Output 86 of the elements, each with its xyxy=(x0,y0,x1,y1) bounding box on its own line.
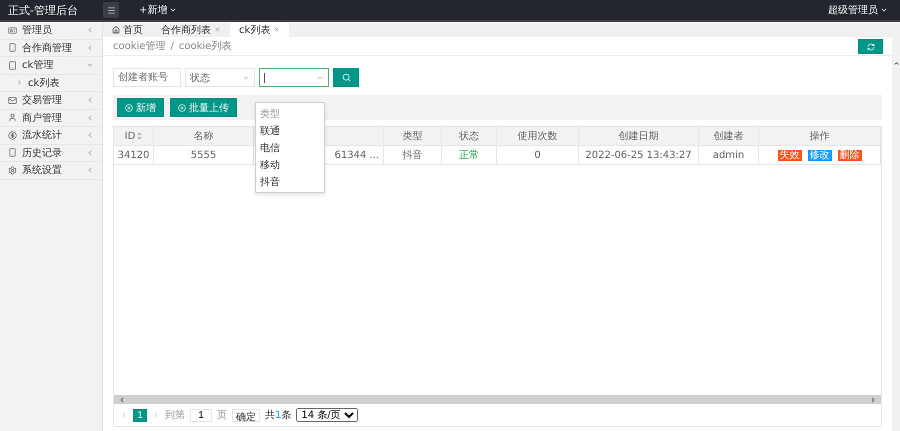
page-field[interactable]: 1 xyxy=(190,408,212,422)
scroll-left-icon[interactable] xyxy=(118,396,126,404)
goto-label: 到第 xyxy=(165,409,185,422)
column-header: 名称 xyxy=(154,127,254,145)
column-header: 操作 xyxy=(759,127,881,145)
search-button[interactable] xyxy=(333,68,359,87)
chevron-left-icon xyxy=(86,26,94,34)
toolbar-button[interactable]: 新增 xyxy=(117,98,164,117)
menu-item-icon xyxy=(8,96,17,105)
table-cell: 2022-06-25 13:43:27 xyxy=(579,146,699,164)
menu-icon xyxy=(106,6,116,14)
column-header: 创建者 xyxy=(699,127,759,145)
refresh-button[interactable] xyxy=(858,39,883,54)
breadcrumb-link[interactable]: cookie管理 xyxy=(113,39,166,53)
table-cell: admin xyxy=(699,146,759,164)
caret-icon xyxy=(169,6,178,14)
sidebar-item[interactable]: ck管理 xyxy=(0,57,102,74)
add-menu[interactable]: +新增 xyxy=(139,3,178,17)
refresh-icon xyxy=(866,42,874,50)
menu-button[interactable] xyxy=(103,2,119,18)
tab[interactable]: ck列表 xyxy=(230,22,290,37)
type-select[interactable] xyxy=(259,68,329,87)
previous-page-icon[interactable] xyxy=(120,411,128,419)
chevron-left-icon xyxy=(86,148,94,157)
page-number[interactable]: 1 xyxy=(133,408,147,422)
dropdown-option[interactable]: 抖音 xyxy=(256,173,324,190)
sidebar-item[interactable]: 合作商管理 xyxy=(0,40,102,57)
vertical-scrollbar[interactable] xyxy=(892,22,900,431)
column-header: ID xyxy=(114,127,154,145)
scroll-right-icon[interactable] xyxy=(869,396,877,404)
plus-circle-icon xyxy=(178,104,186,112)
chevron-left-icon xyxy=(86,114,94,122)
chevron-left-icon xyxy=(86,131,94,140)
close-icon[interactable] xyxy=(214,26,221,33)
sidebar-subitem[interactable]: ck列表 xyxy=(0,74,102,92)
menu-item-icon xyxy=(8,166,17,175)
tab[interactable]: 首页 xyxy=(103,22,152,37)
sidebar-item[interactable]: 管理员 xyxy=(0,22,102,40)
scroll-up-icon[interactable] xyxy=(892,60,900,67)
chevron-left-icon xyxy=(86,166,94,174)
home-icon xyxy=(112,26,120,34)
account-field[interactable]: 创建者账号 xyxy=(113,68,181,87)
column-header: 使用次数 xyxy=(497,127,579,145)
page-size-select[interactable]: 14 条/页 xyxy=(296,408,358,422)
tab[interactable]: 合作商列表 xyxy=(152,22,230,37)
sidebar-item[interactable]: 历史记录 xyxy=(0,144,102,162)
dropdown-option[interactable]: 电信 xyxy=(256,139,324,156)
table-cell: 5555 xyxy=(154,146,254,164)
chevron-right-icon xyxy=(16,79,23,86)
chevron-left-icon xyxy=(86,44,94,52)
column-header: 状态 xyxy=(442,127,497,145)
menu-item-icon xyxy=(8,43,17,52)
menu-item-icon xyxy=(8,113,17,122)
sidebar-item[interactable]: 系统设置 xyxy=(0,162,102,180)
horizontal-scrollbar[interactable] xyxy=(114,395,881,404)
sort-icon[interactable] xyxy=(137,132,142,140)
breadcrumb-separator: / xyxy=(170,40,174,52)
app-title: 正式-管理后台 xyxy=(7,2,79,18)
menu-item-icon xyxy=(8,148,17,158)
sidebar-item[interactable]: 商户管理 xyxy=(0,110,102,127)
user-menu[interactable]: 超级管理员 xyxy=(828,3,888,17)
dropdown-option[interactable]: 移动 xyxy=(256,156,324,173)
plus-circle-icon xyxy=(125,104,133,112)
caret-icon xyxy=(880,6,888,14)
total-count: 共1条 xyxy=(265,408,292,422)
next-page-icon[interactable] xyxy=(152,411,160,419)
menu-item-icon xyxy=(8,26,17,35)
toolbar-button[interactable]: 批量上传 xyxy=(170,98,237,117)
table-cell: 正常 xyxy=(442,146,497,164)
breadcrumb-link[interactable]: cookie列表 xyxy=(178,39,232,53)
search-icon xyxy=(342,73,350,82)
column-header: 类型 xyxy=(384,127,442,145)
menu-item-icon xyxy=(8,130,17,140)
chevron-left-icon xyxy=(86,96,94,104)
table-cell: 抖音 xyxy=(384,146,442,164)
dropdown-option[interactable]: 联通 xyxy=(256,122,324,139)
page-unit: 页 xyxy=(217,409,227,422)
column-header: 创建日期 xyxy=(579,127,699,145)
confirm-button[interactable]: 确定 xyxy=(232,408,260,422)
close-icon[interactable] xyxy=(273,26,280,33)
table-cell: 0 xyxy=(497,146,579,164)
menu-item-icon xyxy=(8,60,17,70)
sidebar-item[interactable]: 交易管理 xyxy=(0,92,102,110)
status-select[interactable]: 状态 xyxy=(185,68,255,87)
sidebar-item[interactable]: 流水统计 xyxy=(0,127,102,144)
table-cell: 34120 xyxy=(114,146,154,164)
